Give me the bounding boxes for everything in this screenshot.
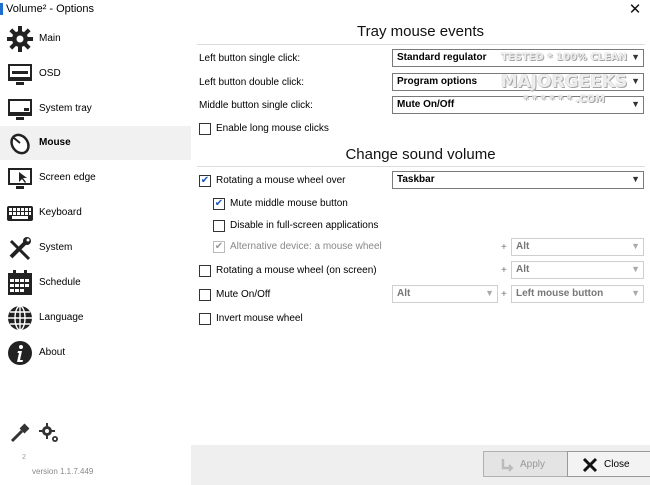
title-bar: Volume² - Options ✕ xyxy=(0,0,650,20)
middle-single-value: Mute On/Off xyxy=(397,99,455,110)
chevron-down-icon: ▼ xyxy=(631,241,640,251)
rotating-over-label: Rotating a mouse wheel over xyxy=(216,175,346,186)
section-divider xyxy=(197,166,645,167)
app-icon xyxy=(0,3,3,15)
plus-sign: + xyxy=(501,242,507,253)
sidebar-item-label: OSD xyxy=(39,68,61,79)
apply-label: Apply xyxy=(520,459,546,470)
mute-onoff-modifier-select[interactable]: Alt ▼ xyxy=(392,285,498,303)
mute-onoff-modifier-value: Alt xyxy=(397,288,411,299)
apply-icon xyxy=(501,459,514,472)
middle-single-label: Middle button single click: xyxy=(199,100,313,111)
left-double-label: Left button double click: xyxy=(199,77,305,88)
alt-device-modifier-value: Alt xyxy=(516,241,530,252)
checkbox-box[interactable] xyxy=(199,289,211,301)
watermark-line-1: TESTED * 100% CLEAN xyxy=(500,52,628,63)
plus-sign: + xyxy=(501,289,507,300)
long-clicks-label: Enable long mouse clicks xyxy=(216,123,329,134)
checkbox-box[interactable] xyxy=(199,265,211,277)
tools-icon xyxy=(9,237,31,261)
gear-icon xyxy=(7,26,33,52)
alt-device-modifier-select[interactable]: Alt ▼ xyxy=(511,238,644,256)
sidebar: Main OSD System tray Mouse Screen edge K… xyxy=(0,20,191,485)
left-double-value: Program options xyxy=(397,76,478,87)
chevron-down-icon: ▼ xyxy=(631,288,640,298)
mute-middle-label: Mute middle mouse button xyxy=(230,198,348,209)
sidebar-item-label: Main xyxy=(39,33,61,44)
tray-section-title: Tray mouse events xyxy=(357,23,484,40)
section-divider xyxy=(197,44,645,45)
monitor-tray-icon xyxy=(8,99,32,120)
globe-icon xyxy=(8,305,32,331)
window-title: Volume² - Options xyxy=(6,3,95,15)
sidebar-item-language[interactable]: Language xyxy=(0,301,191,335)
rotating-over-select[interactable]: Taskbar ▼ xyxy=(392,171,644,189)
mute-onoff-button-select[interactable]: Left mouse button ▼ xyxy=(511,285,644,303)
sidebar-item-about[interactable]: About xyxy=(0,336,191,370)
sidebar-item-osd[interactable]: OSD xyxy=(0,57,191,91)
checkbox-box[interactable] xyxy=(199,175,211,187)
close-button[interactable]: Close xyxy=(567,451,650,477)
checkbox-box[interactable] xyxy=(213,241,225,253)
advanced-settings-icon[interactable] xyxy=(38,422,60,444)
alt-device-label: Alternative device: a mouse wheel xyxy=(230,241,382,252)
plus-sign: + xyxy=(501,265,507,276)
chevron-down-icon: ▼ xyxy=(485,288,494,298)
invert-wheel-label: Invert mouse wheel xyxy=(216,313,303,324)
sidebar-item-system[interactable]: System xyxy=(0,231,191,265)
close-icon xyxy=(582,457,598,473)
sidebar-item-screen-edge[interactable]: Screen edge xyxy=(0,161,191,195)
chevron-down-icon: ▼ xyxy=(631,174,640,184)
rotating-screen-modifier-select[interactable]: Alt ▼ xyxy=(511,261,644,279)
sidebar-item-label: System tray xyxy=(39,103,92,114)
sidebar-item-mouse[interactable]: Mouse xyxy=(0,126,191,160)
sound-section-title: Change sound volume xyxy=(345,146,496,163)
left-single-label: Left button single click: xyxy=(199,53,301,64)
monitor-icon xyxy=(8,64,32,85)
sidebar-item-label: Screen edge xyxy=(39,172,96,183)
rotating-screen-modifier-value: Alt xyxy=(516,264,530,275)
version-sup: 2 xyxy=(22,454,26,461)
checkbox-box[interactable] xyxy=(199,313,211,325)
version-label: version 1.1.7.449 xyxy=(32,467,94,476)
window-close-button[interactable]: ✕ xyxy=(626,1,644,18)
mute-onoff-label: Mute On/Off xyxy=(216,289,271,300)
info-icon xyxy=(8,341,32,365)
sidebar-item-label: Language xyxy=(39,312,84,323)
sidebar-item-schedule[interactable]: Schedule xyxy=(0,266,191,300)
sidebar-item-main[interactable]: Main xyxy=(0,22,191,56)
rotating-over-value: Taskbar xyxy=(397,174,435,185)
footer-bar: Apply Close xyxy=(191,445,650,485)
sidebar-item-label: Schedule xyxy=(39,277,81,288)
sidebar-item-label: About xyxy=(39,347,66,358)
watermark-line-2: MAJORGEEKS xyxy=(500,72,628,92)
checkbox-box[interactable] xyxy=(199,123,211,135)
brush-icon[interactable] xyxy=(9,422,31,444)
close-label: Close xyxy=(604,459,630,470)
mute-onoff-button-value: Left mouse button xyxy=(516,288,604,299)
rotating-screen-label: Rotating a mouse wheel (on screen) xyxy=(216,265,377,276)
keyboard-icon xyxy=(7,206,33,221)
mouse-icon xyxy=(10,133,30,155)
sidebar-item-keyboard[interactable]: Keyboard xyxy=(0,196,191,230)
sidebar-item-label: System xyxy=(39,242,73,253)
checkbox-box[interactable] xyxy=(213,220,225,232)
left-single-value: Standard regulator xyxy=(397,52,487,63)
watermark-line-3: * * * * * * .COM xyxy=(523,94,605,105)
sidebar-item-label: Keyboard xyxy=(39,207,82,218)
checkbox-box[interactable] xyxy=(213,198,225,210)
chevron-down-icon: ▼ xyxy=(631,264,640,274)
sidebar-item-label: Mouse xyxy=(39,137,71,148)
majorgeeks-watermark: TESTED * 100% CLEAN MAJORGEEKS * * * * *… xyxy=(494,50,634,130)
calendar-icon xyxy=(8,270,32,295)
sidebar-item-system-tray[interactable]: System tray xyxy=(0,92,191,126)
screen-edge-icon xyxy=(8,168,32,189)
disable-fullscreen-label: Disable in full-screen applications xyxy=(230,220,379,231)
